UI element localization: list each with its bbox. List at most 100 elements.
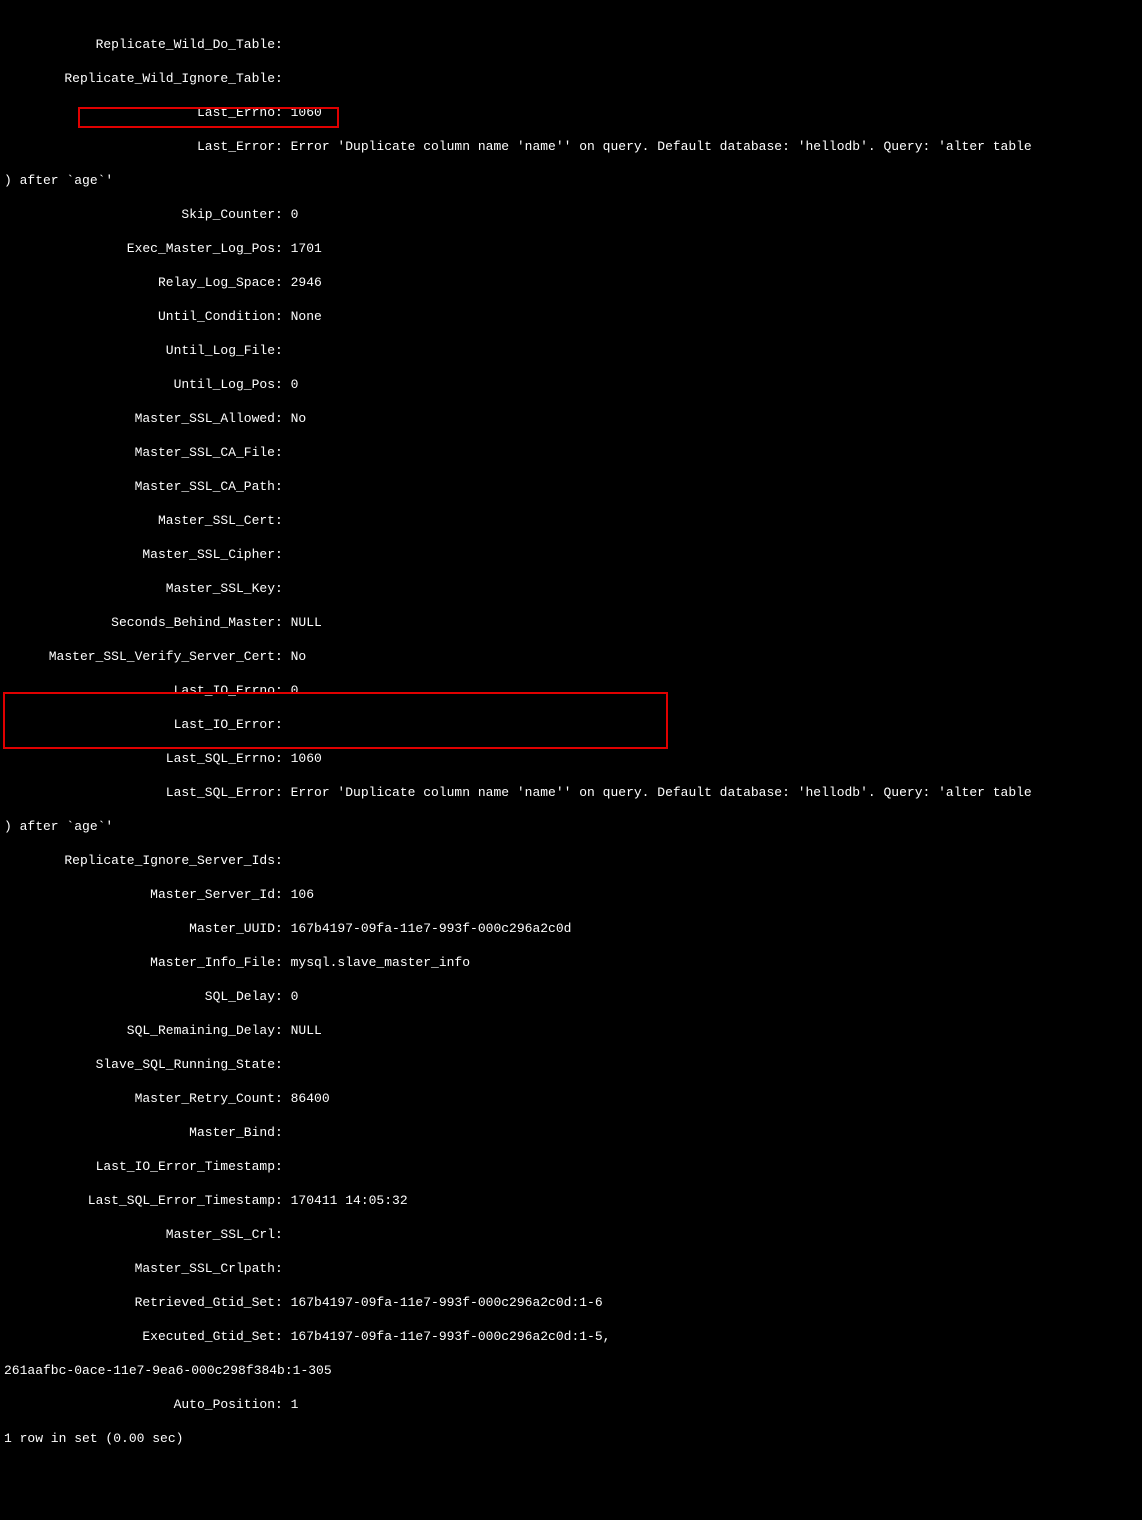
field-value: 0 <box>291 377 299 392</box>
field-value: 106 <box>291 887 314 902</box>
separator: : <box>275 411 291 426</box>
separator: : <box>275 1023 291 1038</box>
field-value: NULL <box>291 615 322 630</box>
separator: : <box>275 1329 291 1344</box>
status-row-until-log-pos: Until_Log_Pos: 0 <box>4 376 1138 393</box>
status-row-sql-remaining-delay: SQL_Remaining_Delay: NULL <box>4 1022 1138 1039</box>
field-label: Retrieved_Gtid_Set <box>4 1294 275 1311</box>
field-label: Master_Bind <box>4 1124 275 1141</box>
status-row-until-log-file: Until_Log_File: <box>4 342 1138 359</box>
field-label: Last_SQL_Error_Timestamp <box>4 1192 275 1209</box>
field-value: 86400 <box>291 1091 330 1106</box>
field-label: Master_Retry_Count <box>4 1090 275 1107</box>
separator: : <box>275 615 291 630</box>
field-label: Master_Info_File <box>4 954 275 971</box>
status-row-master-uuid: Master_UUID: 167b4197-09fa-11e7-993f-000… <box>4 920 1138 937</box>
status-row-replicate-wild-do-table: Replicate_Wild_Do_Table: <box>4 36 1138 53</box>
status-row-last-io-error-timestamp: Last_IO_Error_Timestamp: <box>4 1158 1138 1175</box>
status-row-auto-position: Auto_Position: 1 <box>4 1396 1138 1413</box>
field-value: Error 'Duplicate column name 'name'' on … <box>291 785 1032 800</box>
field-label: Master_SSL_Key <box>4 580 275 597</box>
field-value: mysql.slave_master_info <box>291 955 470 970</box>
separator: : <box>275 241 291 256</box>
field-value: 2946 <box>291 275 322 290</box>
status-row-last-sql-error-continuation: ) after `age`' <box>4 818 1138 835</box>
separator: : <box>275 207 291 222</box>
status-row-relay-log-space: Relay_Log_Space: 2946 <box>4 274 1138 291</box>
separator: : <box>275 683 291 698</box>
status-row-last-io-error: Last_IO_Error: <box>4 716 1138 733</box>
field-value: 1060 <box>291 105 322 120</box>
status-row-master-ssl-cipher: Master_SSL_Cipher: <box>4 546 1138 563</box>
field-label: Slave_SQL_Running_State <box>4 1056 275 1073</box>
separator: : <box>275 309 291 324</box>
field-value: 167b4197-09fa-11e7-993f-000c296a2c0d <box>291 921 572 936</box>
field-value: Error 'Duplicate column name 'name'' on … <box>291 139 1032 154</box>
field-label: Last_IO_Error <box>4 716 275 733</box>
field-value: 0 <box>291 989 299 1004</box>
field-label: Master_SSL_CA_File <box>4 444 275 461</box>
status-row-master-server-id: Master_Server_Id: 106 <box>4 886 1138 903</box>
field-value: 167b4197-09fa-11e7-993f-000c296a2c0d:1-6 <box>291 1295 603 1310</box>
separator: : <box>275 921 291 936</box>
field-label: Master_UUID <box>4 920 275 937</box>
status-row-last-sql-errno: Last_SQL_Errno: 1060 <box>4 750 1138 767</box>
separator: : <box>275 853 291 868</box>
status-row-master-ssl-key: Master_SSL_Key: <box>4 580 1138 597</box>
field-label: Master_SSL_Crlpath <box>4 1260 275 1277</box>
field-label: Skip_Counter <box>4 206 275 223</box>
separator: : <box>275 751 291 766</box>
status-row-master-ssl-crlpath: Master_SSL_Crlpath: <box>4 1260 1138 1277</box>
separator: : <box>275 1159 291 1174</box>
status-row-slave-sql-running-state: Slave_SQL_Running_State: <box>4 1056 1138 1073</box>
separator: : <box>275 479 291 494</box>
separator: : <box>275 1193 291 1208</box>
status-row-master-bind: Master_Bind: <box>4 1124 1138 1141</box>
status-row-replicate-wild-ignore-table: Replicate_Wild_Ignore_Table: <box>4 70 1138 87</box>
field-label: Last_Errno <box>4 104 275 121</box>
field-label: Until_Condition <box>4 308 275 325</box>
separator: : <box>275 139 291 154</box>
field-value: No <box>291 649 307 664</box>
field-label: Executed_Gtid_Set <box>4 1328 275 1345</box>
field-label: Replicate_Wild_Do_Table <box>4 36 275 53</box>
field-label: SQL_Remaining_Delay <box>4 1022 275 1039</box>
separator: : <box>275 105 291 120</box>
field-value: 1 <box>291 1397 299 1412</box>
status-row-sql-delay: SQL_Delay: 0 <box>4 988 1138 1005</box>
separator: : <box>275 1227 291 1242</box>
separator: : <box>275 71 291 86</box>
separator: : <box>275 581 291 596</box>
field-label: Master_SSL_Cert <box>4 512 275 529</box>
field-label: Auto_Position <box>4 1396 275 1413</box>
status-row-last-sql-error: Last_SQL_Error: Error 'Duplicate column … <box>4 784 1138 801</box>
field-label: Last_IO_Error_Timestamp <box>4 1158 275 1175</box>
result-footer: 1 row in set (0.00 sec) <box>4 1430 1138 1447</box>
status-row-master-ssl-ca-file: Master_SSL_CA_File: <box>4 444 1138 461</box>
status-row-executed-gtid-set: Executed_Gtid_Set: 167b4197-09fa-11e7-99… <box>4 1328 1138 1345</box>
status-row-last-error-continuation: ) after `age`' <box>4 172 1138 189</box>
field-value: 167b4197-09fa-11e7-993f-000c296a2c0d:1-5… <box>291 1329 611 1344</box>
separator: : <box>275 887 291 902</box>
separator: : <box>275 377 291 392</box>
field-label: Master_SSL_Crl <box>4 1226 275 1243</box>
field-label: Last_IO_Errno <box>4 682 275 699</box>
field-label: Relay_Log_Space <box>4 274 275 291</box>
field-label: Replicate_Ignore_Server_Ids <box>4 852 275 869</box>
separator: : <box>275 275 291 290</box>
status-row-replicate-ignore-server-ids: Replicate_Ignore_Server_Ids: <box>4 852 1138 869</box>
separator: : <box>275 1261 291 1276</box>
separator: : <box>275 513 291 528</box>
field-label: Until_Log_File <box>4 342 275 359</box>
status-row-master-ssl-cert: Master_SSL_Cert: <box>4 512 1138 529</box>
field-label: Exec_Master_Log_Pos <box>4 240 275 257</box>
field-label: Last_Error <box>4 138 275 155</box>
separator: : <box>275 1091 291 1106</box>
field-value: 1701 <box>291 241 322 256</box>
field-label: Replicate_Wild_Ignore_Table <box>4 70 275 87</box>
separator: : <box>275 955 291 970</box>
field-value: 0 <box>291 683 299 698</box>
field-label: Master_SSL_Verify_Server_Cert <box>4 648 275 665</box>
status-row-retrieved-gtid-set: Retrieved_Gtid_Set: 167b4197-09fa-11e7-9… <box>4 1294 1138 1311</box>
status-row-seconds-behind-master: Seconds_Behind_Master: NULL <box>4 614 1138 631</box>
